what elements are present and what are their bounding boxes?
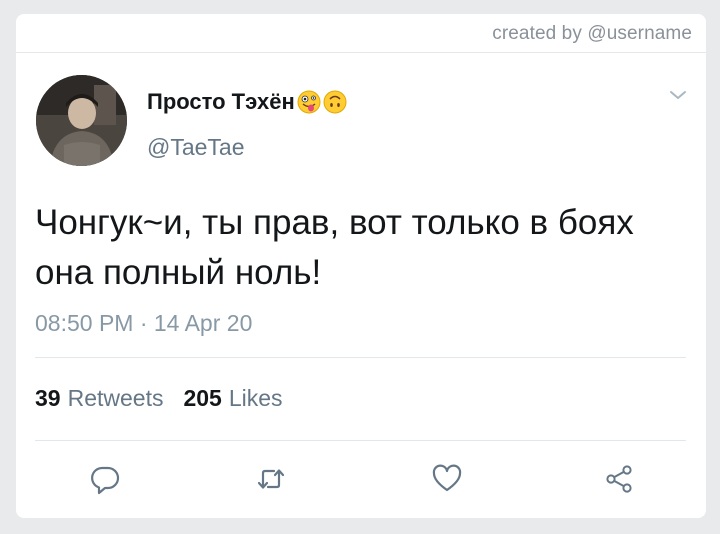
tweet-timestamp[interactable]: 08:50 PM · 14 Apr 20 bbox=[35, 310, 252, 337]
divider bbox=[35, 357, 686, 358]
divider bbox=[35, 440, 686, 441]
upside-down-face-emoji-icon bbox=[323, 90, 347, 114]
retweet-icon bbox=[257, 469, 285, 489]
credit-label: created by @username bbox=[492, 23, 692, 44]
zany-face-emoji-icon bbox=[297, 90, 321, 114]
like-button[interactable] bbox=[429, 461, 465, 497]
display-name-text: Просто Тэхён bbox=[147, 89, 295, 114]
heart-icon bbox=[432, 464, 462, 492]
retweets-label[interactable]: Retweets bbox=[68, 385, 164, 412]
retweet-button[interactable] bbox=[253, 461, 289, 497]
reply-icon bbox=[91, 466, 120, 495]
retweets-count[interactable]: 39 bbox=[35, 385, 61, 412]
chevron-down-icon[interactable] bbox=[668, 88, 688, 102]
header-divider bbox=[16, 52, 706, 53]
avatar-image bbox=[36, 75, 127, 166]
user-handle[interactable]: @TaeTae bbox=[147, 134, 245, 161]
reply-button[interactable] bbox=[87, 461, 123, 497]
tweet-stats: 39 Retweets 205 Likes bbox=[35, 385, 283, 412]
tweet-text: Чонгук~и, ты прав, вот только в боях она… bbox=[35, 203, 634, 292]
likes-count[interactable]: 205 bbox=[183, 385, 221, 412]
avatar[interactable] bbox=[36, 75, 127, 166]
display-name[interactable]: Просто Тэхён bbox=[147, 89, 347, 115]
share-button[interactable] bbox=[601, 461, 637, 497]
tweet-card: created by @username Просто Тэхён @TaeTa… bbox=[16, 14, 706, 518]
likes-label[interactable]: Likes bbox=[229, 385, 283, 412]
share-icon bbox=[606, 465, 632, 493]
